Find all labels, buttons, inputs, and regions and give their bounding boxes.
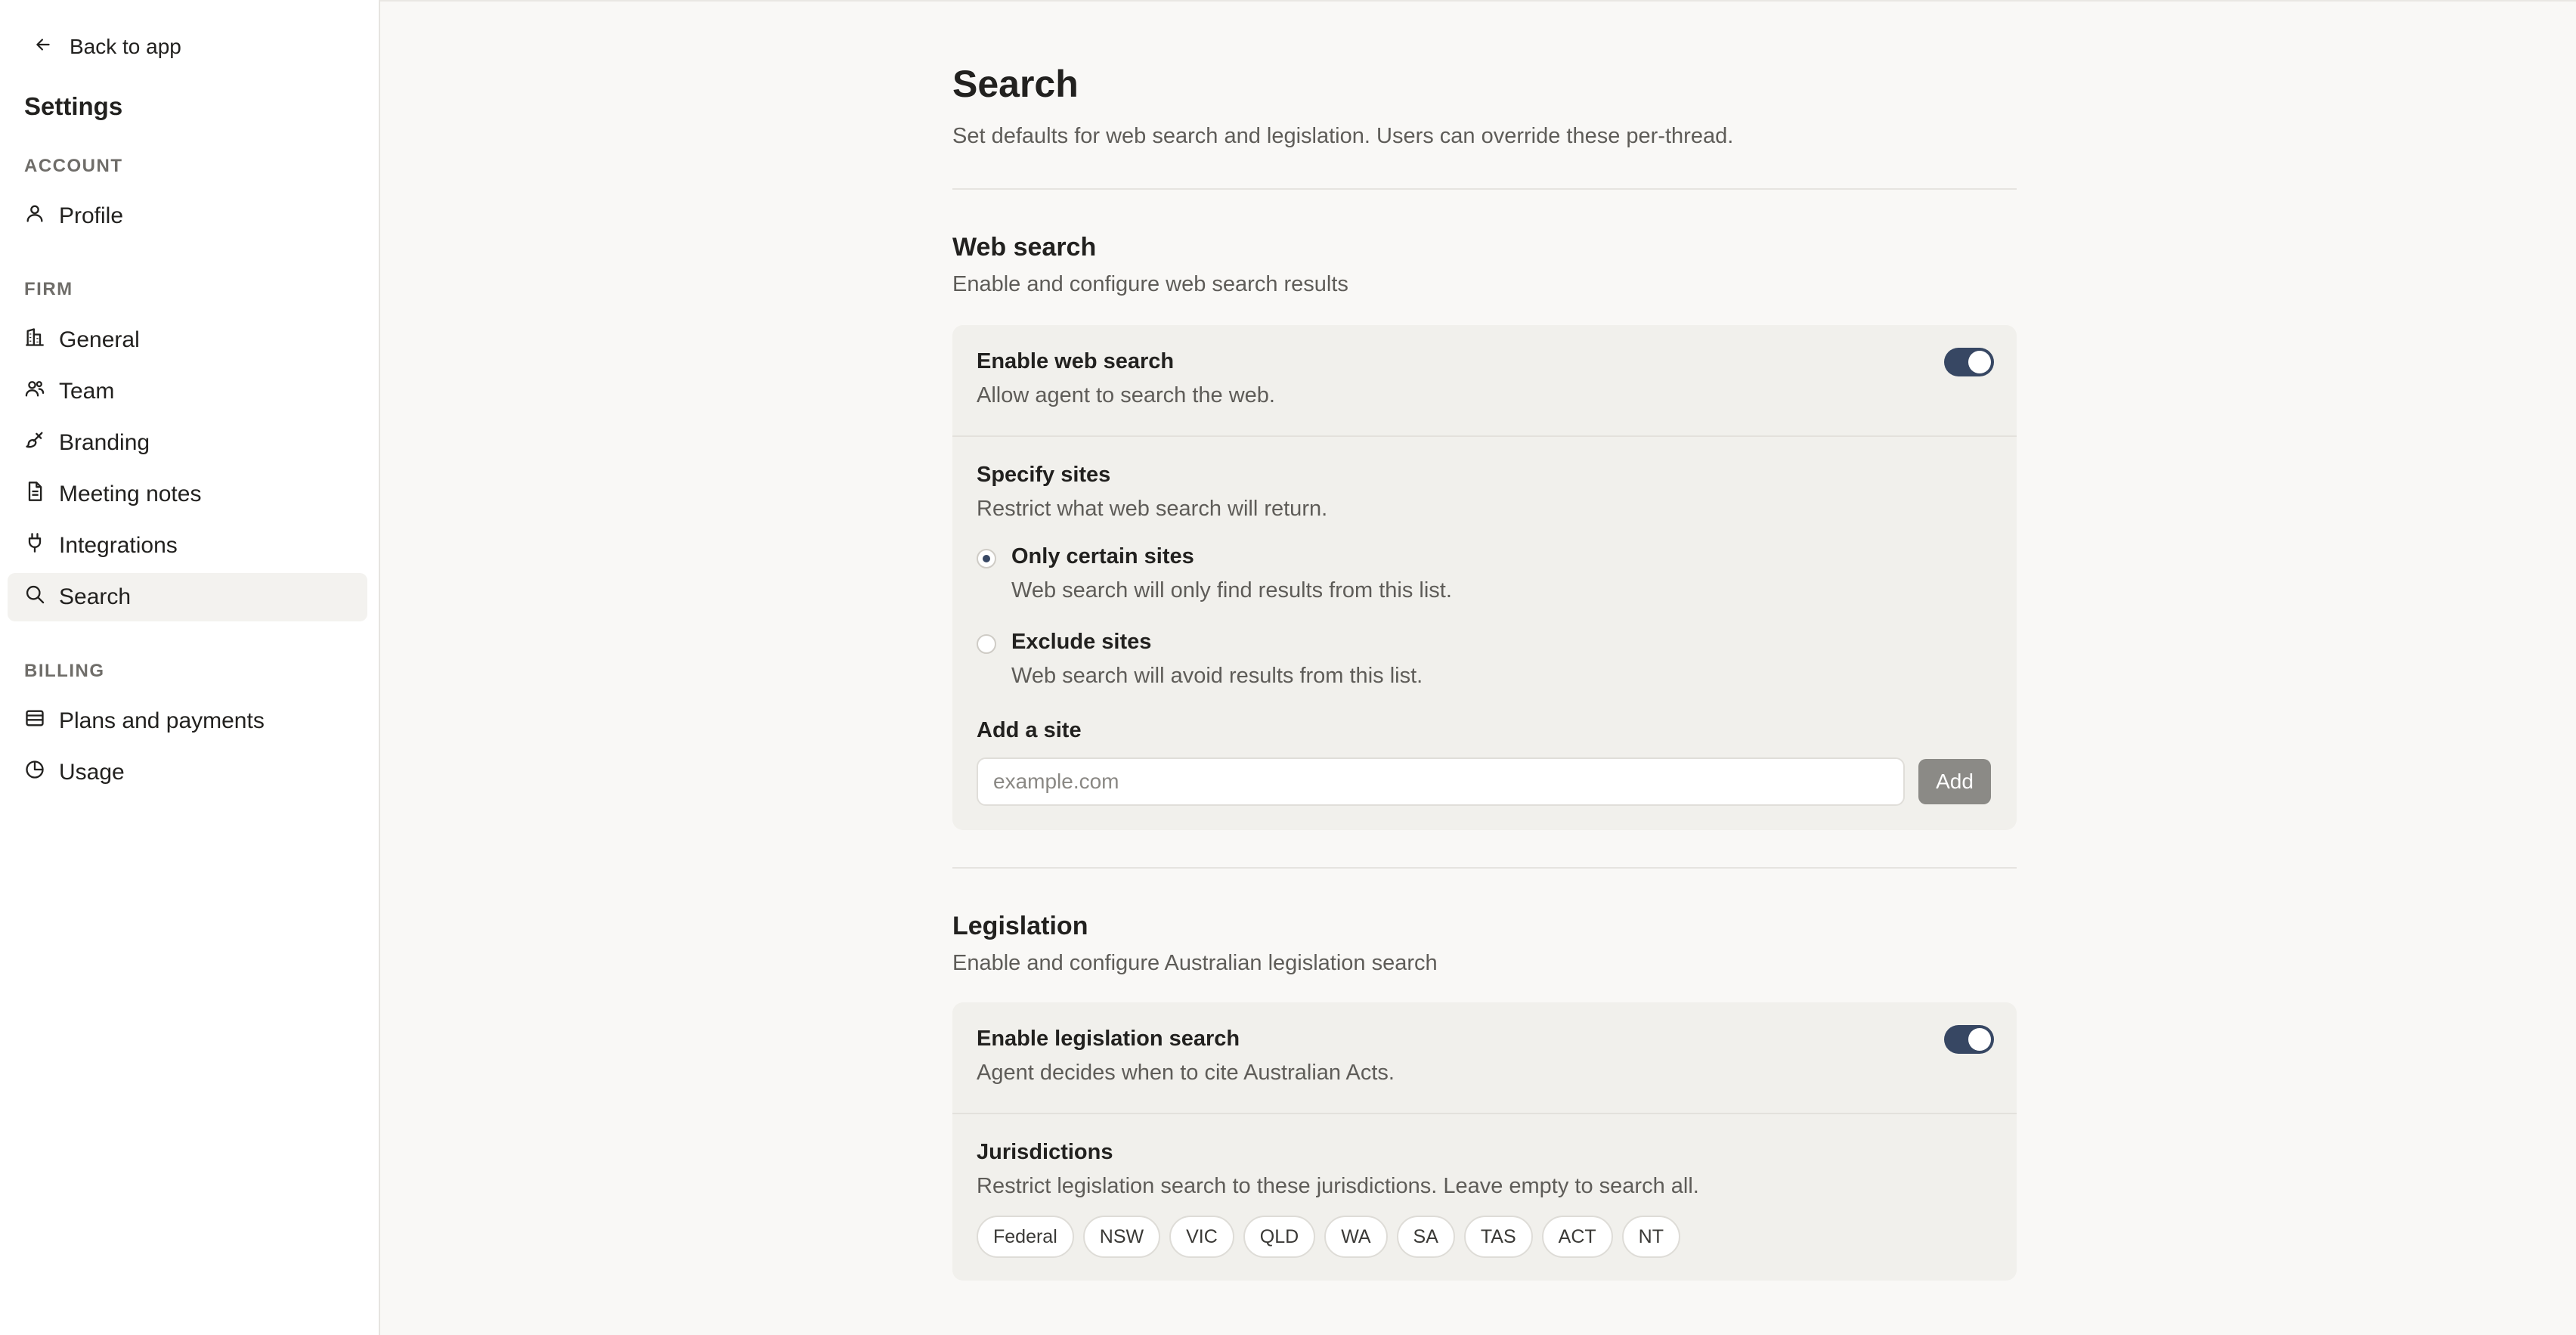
sidebar-item-label: Integrations: [59, 533, 178, 558]
document-icon: [24, 481, 45, 508]
brush-icon: [24, 429, 45, 457]
jurisdiction-chip[interactable]: SA: [1396, 1216, 1455, 1258]
sidebar-item-integrations[interactable]: Integrations: [8, 522, 367, 570]
jurisdiction-chip[interactable]: NSW: [1082, 1216, 1161, 1258]
jurisdiction-chip[interactable]: TAS: [1463, 1216, 1533, 1258]
sidebar-item-search[interactable]: Search: [8, 573, 367, 621]
sidebar-item-general[interactable]: General: [8, 316, 367, 364]
legislation-section-description: Enable and configure Australian legislat…: [952, 951, 1438, 975]
specify-sites-row: Specify sites Restrict what web search w…: [977, 463, 1992, 522]
jurisdictions-description: Restrict legislation search to these jur…: [977, 1174, 1699, 1198]
section-label-billing: BILLING: [24, 661, 105, 681]
sidebar-title: Settings: [24, 92, 123, 120]
jurisdiction-chip[interactable]: VIC: [1169, 1216, 1234, 1258]
enable-legislation-search-title: Enable legislation search: [977, 1027, 1240, 1051]
enable-web-search-row: Enable web search Allow agent to search …: [977, 349, 1992, 408]
add-site-input[interactable]: [977, 757, 1905, 806]
top-border: [0, 0, 2576, 2]
jurisdiction-chips: Federal NSW VIC QLD WA SA TAS ACT NT: [977, 1216, 1680, 1258]
arrow-left-icon: [33, 35, 53, 60]
enable-web-search-description: Allow agent to search the web.: [977, 383, 1275, 407]
toggle-knob: [1968, 1028, 1991, 1051]
section-label-firm: FIRM: [24, 279, 73, 299]
radio-label: Only certain sites: [1011, 544, 1194, 568]
enable-web-search-title: Enable web search: [977, 349, 1175, 373]
enable-legislation-search-toggle[interactable]: [1944, 1025, 1994, 1054]
radio-button-checked[interactable]: [977, 549, 996, 568]
sidebar-item-label: Plans and payments: [59, 708, 265, 733]
add-site-button[interactable]: Add: [1918, 759, 1991, 804]
radio-exclude-sites[interactable]: Exclude sites Web search will avoid resu…: [977, 630, 1423, 689]
enable-web-search-toggle[interactable]: [1944, 348, 1994, 376]
search-icon: [24, 584, 45, 611]
user-icon: [24, 203, 45, 230]
sidebar-item-plans-and-payments[interactable]: Plans and payments: [8, 697, 367, 745]
card-divider: [952, 435, 2017, 437]
sidebar-item-meeting-notes[interactable]: Meeting notes: [8, 470, 367, 519]
divider: [952, 867, 2017, 869]
back-to-app-label: Back to app: [70, 35, 181, 58]
radio-description: Web search will avoid results from this …: [1011, 664, 1423, 688]
sidebar-item-label: Branding: [59, 430, 150, 455]
sidebar-item-label: General: [59, 327, 140, 352]
web-search-section-title: Web search: [952, 233, 1097, 262]
enable-legislation-search-row: Enable legislation search Agent decides …: [977, 1027, 1992, 1086]
specify-sites-description: Restrict what web search will return.: [977, 497, 1328, 521]
jurisdiction-chip[interactable]: Federal: [977, 1216, 1074, 1258]
jurisdictions-row: Jurisdictions Restrict legislation searc…: [977, 1140, 1992, 1199]
users-icon: [24, 378, 45, 405]
sidebar-item-label: Profile: [59, 203, 124, 228]
enable-legislation-search-description: Agent decides when to cite Australian Ac…: [977, 1061, 1395, 1085]
web-search-section-description: Enable and configure web search results: [952, 272, 1348, 296]
radio-description: Web search will only find results from t…: [1011, 578, 1452, 602]
page-title: Search: [952, 63, 1079, 105]
radio-button[interactable]: [977, 634, 996, 654]
building-icon: [24, 327, 45, 354]
card-divider: [952, 1113, 2017, 1114]
radio-only-certain-sites[interactable]: Only certain sites Web search will only …: [977, 544, 1452, 603]
sidebar-item-label: Meeting notes: [59, 482, 202, 506]
sidebar-item-branding[interactable]: Branding: [8, 419, 367, 467]
jurisdictions-title: Jurisdictions: [977, 1140, 1113, 1164]
toggle-knob: [1968, 351, 1991, 373]
settings-sidebar: Back to app Settings ACCOUNT Profile FIR…: [0, 0, 380, 1335]
section-label-account: ACCOUNT: [24, 156, 123, 176]
back-to-app-link[interactable]: Back to app: [33, 30, 181, 63]
sidebar-item-label: Team: [59, 379, 115, 404]
sidebar-item-usage[interactable]: Usage: [8, 748, 367, 797]
jurisdiction-chip[interactable]: NT: [1621, 1216, 1680, 1258]
sidebar-item-profile[interactable]: Profile: [8, 192, 367, 240]
web-search-card: Enable web search Allow agent to search …: [952, 325, 2017, 830]
plug-icon: [24, 532, 45, 559]
divider: [952, 188, 2017, 190]
sidebar-item-label: Usage: [59, 760, 125, 785]
jurisdiction-chip[interactable]: QLD: [1243, 1216, 1316, 1258]
legislation-card: Enable legislation search Agent decides …: [952, 1002, 2017, 1281]
specify-sites-title: Specify sites: [977, 463, 1111, 487]
radio-label: Exclude sites: [1011, 630, 1152, 654]
pie-chart-icon: [24, 759, 45, 786]
add-site-label: Add a site: [977, 718, 1082, 742]
page-subtitle: Set defaults for web search and legislat…: [952, 124, 1734, 148]
credit-card-icon: [24, 708, 45, 735]
jurisdiction-chip[interactable]: WA: [1324, 1216, 1388, 1258]
sidebar-item-label: Search: [59, 584, 132, 609]
legislation-section-title: Legislation: [952, 912, 1088, 940]
sidebar-item-team[interactable]: Team: [8, 367, 367, 416]
jurisdiction-chip[interactable]: ACT: [1541, 1216, 1613, 1258]
